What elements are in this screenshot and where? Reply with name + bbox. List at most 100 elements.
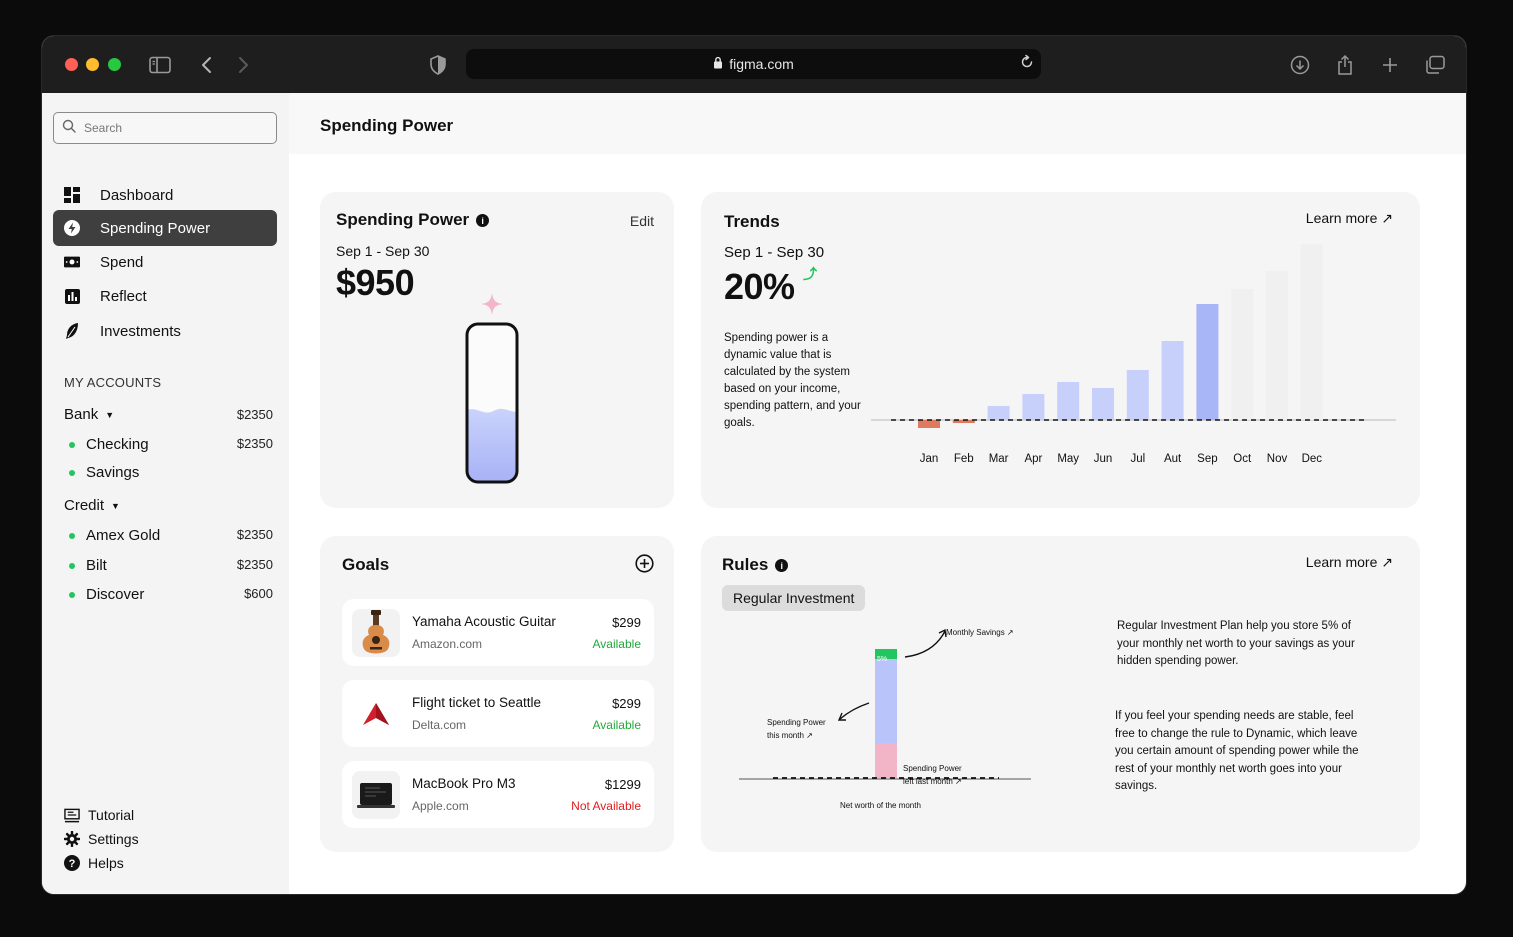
footer-settings[interactable]: Settings: [64, 831, 139, 847]
nav-reflect[interactable]: Reflect: [53, 278, 277, 314]
goal-name: Yamaha Acoustic Guitar: [412, 614, 556, 629]
new-tab-icon[interactable]: [1377, 52, 1403, 78]
info-icon[interactable]: i: [775, 559, 789, 573]
rule-type-tag[interactable]: Regular Investment: [722, 585, 866, 611]
learn-more-link[interactable]: Learn more ↗: [1306, 210, 1393, 227]
account-discover[interactable]: Discover: [69, 586, 144, 603]
bar-jan: [918, 420, 940, 428]
goal-price: $1299: [604, 777, 641, 792]
tab-overview-icon[interactable]: [1422, 52, 1448, 78]
rule-diagram: [739, 628, 1031, 780]
x-tick-label: Dec: [1302, 453, 1323, 465]
footer-label: Helps: [88, 855, 124, 871]
address-bar[interactable]: figma.com: [466, 49, 1041, 79]
search-box[interactable]: [53, 112, 277, 144]
laptop-icon: [352, 771, 400, 819]
card-title: Goals: [342, 555, 390, 574]
nav-label: Spend: [100, 253, 144, 271]
info-icon[interactable]: i: [476, 214, 490, 228]
sidebar: Dashboard Spending Power Spend Reflect I…: [42, 93, 289, 894]
account-savings[interactable]: Savings: [69, 464, 139, 481]
sp-left-label-1: Spending Power: [903, 764, 962, 773]
x-tick-label: Jan: [920, 453, 939, 465]
accounts-heading: MY ACCOUNTS: [64, 375, 162, 390]
link-text: Learn more: [1305, 210, 1378, 226]
back-icon[interactable]: [194, 52, 220, 78]
nav-spend[interactable]: Spend: [53, 244, 277, 280]
edit-button[interactable]: Edit: [630, 213, 654, 229]
account-bilt[interactable]: Bilt: [69, 557, 107, 574]
sparkle-icon: [481, 293, 503, 315]
account-amex-gold[interactable]: Amex Gold: [69, 527, 160, 544]
plus-circle-icon: [635, 554, 654, 573]
footer-tutorial[interactable]: Tutorial: [64, 807, 134, 823]
card-title-text: Spending Power: [336, 210, 470, 229]
trend-bar-chart: Jan Feb Mar Apr May Jun Jul Aut Sep Oct Nov Dec: [871, 244, 1396, 465]
minimize-window-button[interactable]: [86, 58, 99, 71]
date-range: Sep 1 - Sep 30: [724, 244, 825, 261]
nav-label: Spending Power: [100, 219, 211, 237]
goal-item[interactable]: MacBook Pro M3 Apple.com $1299 Not Avail…: [342, 761, 654, 828]
nav-investments[interactable]: Investments: [53, 313, 277, 349]
trend-up-arrow-icon: ⤴: [803, 266, 817, 282]
goal-status: Available: [592, 637, 641, 651]
status-dot: [69, 562, 75, 569]
rules-card: Rules i Learn more ↗ Regular Investment 5…: [701, 536, 1420, 852]
footer-label: Tutorial: [88, 807, 135, 823]
sp-this-month-label-1: Spending Power: [767, 718, 826, 727]
goal-price: $299: [612, 615, 641, 630]
nav-label: Reflect: [100, 287, 147, 305]
account-checking[interactable]: Checking: [69, 436, 149, 453]
sidebar-toggle-icon[interactable]: [147, 52, 173, 78]
bar-may: [1057, 382, 1080, 420]
link-text: Learn more: [1305, 554, 1378, 570]
goal-item[interactable]: Yamaha Acoustic Guitar Amazon.com $299 A…: [342, 599, 654, 666]
learn-more-link[interactable]: Learn more ↗: [1306, 554, 1393, 571]
download-icon[interactable]: [1287, 52, 1313, 78]
credit-group-toggle[interactable]: Credit ▼: [64, 497, 120, 514]
bar-nov: [1266, 271, 1288, 420]
card-title: Rules i: [722, 555, 789, 575]
left-last-month-bar: [875, 743, 897, 778]
status-dot: [69, 591, 75, 598]
group-label: Credit: [64, 497, 105, 514]
footer-helps[interactable]: ? Helps: [64, 855, 124, 871]
bar-chart-icon: [64, 288, 80, 304]
share-icon[interactable]: [1332, 52, 1358, 78]
search-input[interactable]: [84, 121, 264, 135]
bar-jun: [1092, 388, 1114, 420]
bar-oct: [1231, 289, 1254, 420]
bar-sep: [1196, 304, 1219, 420]
nav-label: Investments: [100, 322, 181, 340]
reload-icon[interactable]: [1019, 54, 1035, 73]
account-amount: $2350: [236, 436, 273, 451]
rule-description: Regular Investment Plan help you store 5…: [1117, 620, 1355, 667]
trends-card: Trends Learn more ↗ Sep 1 - Sep 30 20% ⤴…: [701, 192, 1420, 508]
help-icon: ?: [64, 855, 80, 871]
page-title: Spending Power: [320, 116, 454, 135]
gear-icon: [64, 831, 80, 847]
zoom-window-button[interactable]: [108, 58, 121, 71]
bank-amount: $2350: [236, 407, 273, 422]
account-label: Bilt: [86, 557, 107, 574]
nav-spending-power[interactable]: Spending Power: [53, 210, 277, 246]
bank-group-toggle[interactable]: Bank ▼: [64, 406, 114, 423]
goal-item[interactable]: Flight ticket to Seattle Delta.com $299 …: [342, 680, 654, 747]
goal-source: Apple.com: [412, 799, 469, 813]
caret-down-icon: ▼: [105, 409, 115, 420]
account-label: Savings: [86, 464, 140, 481]
add-goal-button[interactable]: [635, 554, 654, 578]
account-amount: $2350: [236, 557, 273, 572]
goal-name: Flight ticket to Seattle: [412, 695, 542, 710]
forward-icon[interactable]: [230, 52, 256, 78]
spending-power-bar: [875, 656, 897, 743]
goal-price: $299: [612, 696, 641, 711]
footer-label: Settings: [88, 831, 139, 847]
nav-dashboard[interactable]: Dashboard: [53, 177, 277, 213]
x-tick-label: Jun: [1094, 453, 1113, 465]
shield-icon[interactable]: [425, 52, 451, 78]
trend-percent: 20%: [724, 266, 795, 307]
account-label: Amex Gold: [86, 527, 161, 544]
close-window-button[interactable]: [65, 58, 78, 71]
bar-dec: [1300, 244, 1323, 420]
